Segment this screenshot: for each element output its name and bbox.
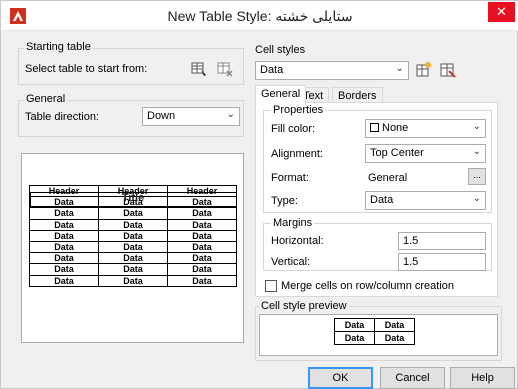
- ok-button[interactable]: OK: [308, 367, 373, 389]
- preview-data-row: Data Data Data: [29, 218, 237, 231]
- preview-data-cell: Data: [167, 274, 237, 287]
- preview-data-cell: Data: [98, 263, 168, 276]
- chevron-down-icon: ⌄: [472, 193, 481, 204]
- remove-table-icon: [217, 62, 233, 77]
- alignment-select[interactable]: Top Center ⌄: [365, 144, 486, 163]
- manage-cell-styles-icon: [440, 63, 456, 78]
- general-left-group-title: General: [24, 93, 68, 105]
- margins-group-title: Margins: [271, 217, 315, 229]
- chevron-down-icon: ⌄: [226, 109, 235, 120]
- preview-data-cell: Data: [29, 218, 99, 231]
- starting-table-group-title: Starting table: [24, 41, 93, 53]
- cell-style-select[interactable]: Data ⌄: [255, 61, 409, 80]
- preview-data-cell: Data: [29, 263, 99, 276]
- alignment-value: Top Center: [370, 147, 424, 159]
- format-label: Format:: [271, 172, 309, 184]
- manage-cell-styles-button[interactable]: [438, 60, 458, 80]
- format-browse-button[interactable]: ...: [468, 168, 486, 185]
- preview-data-cell: Data: [98, 229, 168, 242]
- cell-style-value: Data: [260, 64, 284, 76]
- type-value: Data: [370, 194, 394, 206]
- remove-table-button[interactable]: [215, 59, 235, 79]
- create-cell-style-button[interactable]: [414, 60, 434, 80]
- cell-preview-table: Data Data Data Data: [334, 318, 415, 345]
- preview-data-cell: Data: [98, 252, 168, 265]
- table-direction-select[interactable]: Down ⌄: [142, 107, 240, 126]
- preview-data-cell: Data: [29, 274, 99, 287]
- preview-data-cell: Data: [167, 240, 237, 254]
- preview-data-cell: Data: [167, 207, 237, 220]
- vertical-margin-label: Vertical:: [271, 256, 311, 268]
- preview-data-cell: Data: [29, 252, 99, 265]
- horizontal-margin-label: Horizontal:: [271, 235, 324, 247]
- preview-data-row: Data Data Data: [29, 252, 237, 265]
- fill-color-value: None: [382, 122, 409, 134]
- preview-data-cell: Data: [167, 218, 237, 231]
- preview-data-cell: Data: [29, 229, 99, 242]
- preview-data-cell: Data: [98, 274, 168, 287]
- title-bar: New Table Style: ستایلی خشته ✕: [1, 1, 518, 31]
- preview-data-cell: Data: [98, 218, 168, 231]
- preview-table: Title Header Header Header Data Data Data …: [29, 184, 237, 287]
- new-table-style-dialog: New Table Style: ستایلی خشته ✕ Starting …: [0, 0, 518, 389]
- horizontal-margin-input[interactable]: 1.5: [398, 232, 486, 250]
- select-table-label: Select table to start from:: [25, 63, 148, 75]
- cancel-button[interactable]: Cancel: [380, 367, 445, 389]
- vertical-margin-input[interactable]: 1.5: [398, 253, 486, 271]
- select-table-icon: [191, 62, 206, 76]
- format-value: General: [368, 172, 408, 184]
- preview-data-row: Data Data Data: [29, 207, 237, 220]
- cell-style-preview: Data Data Data Data: [259, 314, 498, 356]
- close-button[interactable]: ✕: [488, 2, 515, 22]
- select-table-button[interactable]: [189, 59, 209, 79]
- preview-data-cell: Data: [29, 240, 99, 254]
- preview-data-cell: Data: [167, 229, 237, 242]
- fill-color-label: Fill color:: [271, 123, 316, 135]
- properties-group-title: Properties: [271, 104, 326, 116]
- table-style-preview: Title Header Header Header Data Data Data …: [21, 153, 244, 343]
- chevron-down-icon: ⌄: [395, 63, 404, 74]
- table-direction-label: Table direction:: [25, 111, 99, 123]
- new-cell-style-icon: [416, 62, 431, 77]
- tab-general[interactable]: General: [255, 85, 307, 105]
- merge-cells-label: Merge cells on row/column creation: [281, 280, 455, 292]
- chevron-down-icon: ⌄: [472, 121, 481, 132]
- preview-data-cell: Data: [29, 207, 99, 220]
- preview-data-cell: Data: [98, 207, 168, 220]
- cell-style-preview-title: Cell style preview: [259, 300, 349, 312]
- chevron-down-icon: ⌄: [472, 146, 481, 157]
- preview-data-row: Data Data Data: [29, 274, 237, 287]
- help-button[interactable]: Help: [450, 367, 515, 389]
- cell-preview-cell: Data: [334, 318, 375, 332]
- preview-data-row: Data Data Data: [29, 240, 237, 254]
- preview-data-row: Data Data Data: [29, 263, 237, 276]
- preview-data-row: Data Data Data: [29, 229, 237, 242]
- cell-preview-cell: Data: [374, 318, 415, 332]
- preview-data-cell: Data: [98, 240, 168, 254]
- type-select[interactable]: Data ⌄: [365, 191, 486, 210]
- cell-styles-label: Cell styles: [255, 44, 306, 56]
- merge-cells-checkbox[interactable]: [265, 280, 277, 292]
- window-title: New Table Style: ستایلی خشته: [167, 8, 353, 24]
- preview-data-cell: Data: [167, 263, 237, 276]
- table-direction-value: Down: [147, 110, 176, 122]
- fill-color-swatch: [370, 123, 379, 132]
- alignment-label: Alignment:: [271, 148, 323, 160]
- preview-table-title: Title: [29, 192, 237, 207]
- preview-data-cell: Data: [167, 252, 237, 265]
- fill-color-select[interactable]: None ⌄: [365, 119, 486, 138]
- cell-preview-cell: Data: [334, 331, 375, 345]
- cell-preview-cell: Data: [374, 331, 415, 345]
- type-label: Type:: [271, 195, 298, 207]
